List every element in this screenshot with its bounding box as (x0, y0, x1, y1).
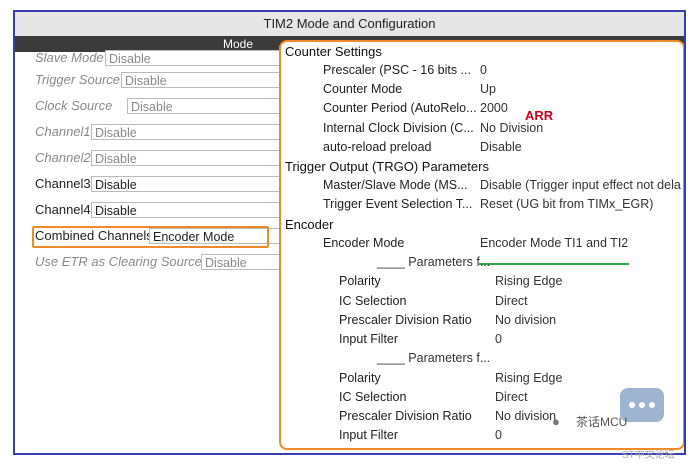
trigger-source-row: Trigger Source Disable (35, 70, 291, 90)
auto-reload-key: auto-reload preload (323, 140, 432, 154)
window-title: TIM2 Mode and Configuration (15, 12, 684, 36)
input-filter1-key: Input Filter (339, 332, 399, 346)
trigger-source-select[interactable]: Disable (121, 72, 291, 88)
ic-selection1-key: IC Selection (339, 294, 407, 308)
channel3-label: Channel3 (35, 176, 91, 191)
channel2-row: Channel2 Disable (35, 148, 291, 168)
channel1-select[interactable]: Disable (91, 124, 291, 140)
etr-select[interactable]: Disable (201, 254, 291, 270)
counter-mode-key: Counter Mode (323, 82, 403, 96)
channel4-row: Channel4 Disable (35, 200, 291, 220)
clock-source-row: Clock Source Disable (35, 96, 291, 116)
clock-source-select[interactable]: Disable (127, 98, 291, 114)
prescaler-key: Prescaler (PSC - 16 bits ... (323, 63, 471, 77)
clock-source-label: Clock Source (35, 98, 113, 113)
polarity2-value[interactable]: Rising Edge (495, 369, 562, 388)
watermark-text: 茶话MCU (576, 415, 628, 429)
input-filter2-value[interactable]: 0 (495, 426, 502, 445)
encoder-mode-underline (479, 263, 629, 265)
prescaler-div2-key: Prescaler Division Ratio (339, 409, 472, 423)
channel3-row: Channel3 Disable (35, 174, 291, 194)
ic-selection2-key: IC Selection (339, 390, 407, 404)
etr-row: Use ETR as Clearing Source Disable (35, 252, 291, 272)
polarity2-key: Polarity (339, 371, 381, 385)
channel4-select[interactable]: Disable (91, 202, 291, 218)
ic-selection1-value[interactable]: Direct (495, 292, 528, 311)
channel4-label: Channel4 (35, 202, 91, 217)
encoder-mode-key: Encoder Mode (323, 236, 405, 250)
channel1-row: Channel1 Disable (35, 122, 291, 142)
trgo-header: Trigger Output (TRGO) Parameters (285, 159, 489, 174)
encoder-mode-value[interactable]: Encoder Mode TI1 and TI2 (480, 234, 628, 253)
channel2-label: Channel2 (35, 150, 91, 165)
counter-period-value[interactable]: 2000 (480, 99, 508, 118)
polarity1-value[interactable]: Rising Edge (495, 272, 562, 291)
prescaler-div1-key: Prescaler Division Ratio (339, 313, 472, 327)
counter-mode-value[interactable]: Up (480, 80, 496, 99)
prescaler-value[interactable]: 0 (480, 61, 487, 80)
polarity1-key: Polarity (339, 274, 381, 288)
internal-clock-value[interactable]: No Division (480, 119, 543, 138)
internal-clock-key: Internal Clock Division (C... (323, 121, 474, 135)
trigger-event-key: Trigger Event Selection T... (323, 197, 473, 211)
auto-reload-value[interactable]: Disable (480, 138, 522, 157)
slave-mode-label: Slave Mode (35, 50, 104, 65)
slave-mode-select[interactable]: Disable (105, 50, 285, 66)
channel1-label: Channel1 (35, 124, 91, 139)
watermark-subtext: ST中文论坛 (622, 450, 675, 461)
master-slave-value[interactable]: Disable (Trigger input effect not dela (480, 176, 681, 195)
master-slave-key: Master/Slave Mode (MS... (323, 178, 468, 192)
config-window: TIM2 Mode and Configuration Mode Slave M… (13, 10, 686, 455)
counter-settings-header: Counter Settings (285, 44, 382, 59)
wechat-icon: ● (552, 414, 560, 429)
input-filter1-value[interactable]: 0 (495, 330, 502, 349)
params-header-2: ____ Parameters f... (377, 351, 491, 365)
prescaler-div1-value[interactable]: No division (495, 311, 556, 330)
trigger-event-value[interactable]: Reset (UG bit from TIMx_EGR) (480, 195, 653, 214)
counter-period-key: Counter Period (AutoRelo... (323, 101, 477, 115)
channel2-select[interactable]: Disable (91, 150, 291, 166)
encoder-header: Encoder (285, 217, 334, 232)
ic-selection2-value[interactable]: Direct (495, 388, 528, 407)
combined-channels-highlight (32, 226, 269, 248)
prescaler-div2-value[interactable]: No division (495, 407, 556, 426)
etr-label: Use ETR as Clearing Source (35, 254, 202, 269)
slave-mode-row: Slave Mode Disable (35, 48, 285, 68)
channel3-select[interactable]: Disable (91, 176, 291, 192)
params-header-1: ____ Parameters f... (377, 255, 491, 269)
input-filter2-key: Input Filter (339, 428, 399, 442)
trigger-source-label: Trigger Source (35, 72, 121, 87)
